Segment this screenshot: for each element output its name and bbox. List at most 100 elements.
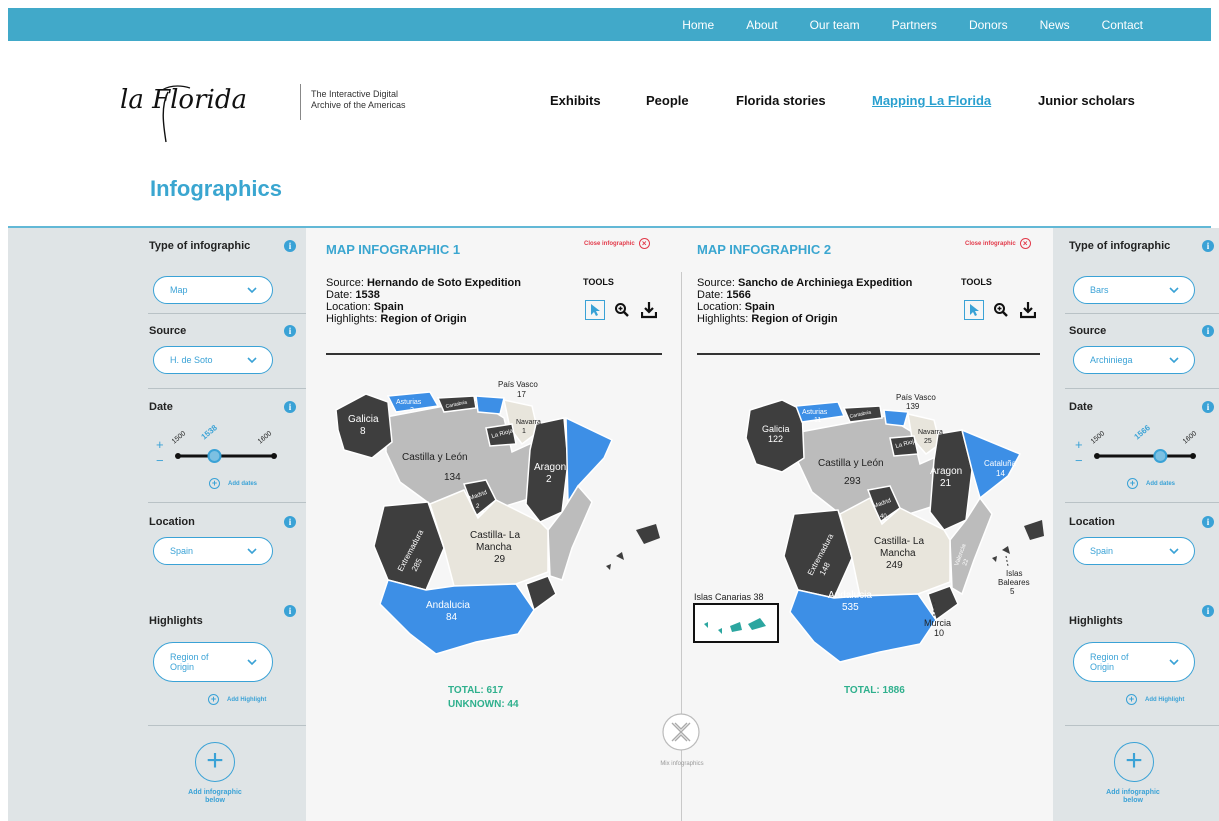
topnav-donors[interactable]: Donors [969,18,1008,32]
spain-map-1[interactable]: Galicia 8 Asturias 2 Cantabria País Vasc… [326,372,666,667]
close-infographic-1-button[interactable]: Close infographic × [584,238,650,249]
svg-text:Baleares: Baleares [998,578,1030,587]
highlights-label: Highlights [1069,615,1123,627]
info-icon[interactable]: i [1202,516,1214,528]
zoom-minus-icon[interactable]: − [1075,453,1083,468]
region-cataluna[interactable] [565,416,613,505]
add-dates-button[interactable]: + Add dates [1127,478,1175,489]
svg-text:8: 8 [360,426,366,437]
zoom-plus-icon[interactable]: + [1075,437,1083,452]
type-select[interactable]: Bars [1073,276,1195,304]
nav-mapping-la-florida[interactable]: Mapping La Florida [872,93,991,108]
svg-text:País Vasco: País Vasco [896,393,936,402]
zoom-plus-icon[interactable]: + [156,437,164,452]
date-max: 1600 [257,430,274,445]
region-baleares[interactable] [636,524,660,544]
date-slider[interactable]: + − 1500 1566 1600 [1067,408,1207,468]
nav-exhibits[interactable]: Exhibits [550,93,601,108]
location-select[interactable]: Spain [1073,537,1195,565]
tools-label: TOOLS [583,277,614,287]
chevron-down-icon [247,357,257,364]
info-icon[interactable]: i [284,516,296,528]
add-infographic-button[interactable]: + [1114,742,1154,782]
right-controls-panel: Type of infographic i Bars Source i Arch… [1053,228,1219,821]
download-tool[interactable] [1018,300,1038,320]
info-icon[interactable]: i [284,240,296,252]
svg-text:Andalucia: Andalucia [828,590,872,601]
info-icon[interactable]: i [1202,605,1214,617]
date-slider-handle[interactable] [207,449,222,463]
add-highlight-button[interactable]: + Add Highlight [208,694,266,705]
date-min: 1500 [1090,430,1107,445]
add-infographic-button[interactable]: + [195,742,235,782]
close-infographic-2-button[interactable]: Close infographic × [965,238,1031,249]
svg-text:Islas Canarias 38: Islas Canarias 38 [694,592,764,602]
topnav-contact[interactable]: Contact [1102,18,1143,32]
top-navbar: Home About Our team Partners Donors News… [8,8,1211,41]
info-icon[interactable]: i [284,325,296,337]
date-max: 1600 [1182,430,1199,445]
highlights-select[interactable]: Region of Origin [1073,642,1195,682]
date-value: 1538 [200,423,220,442]
info-icon[interactable]: i [1202,325,1214,337]
svg-text:Castilla- La: Castilla- La [874,536,924,547]
add-infographic-label[interactable]: Add infographic below [1086,789,1180,805]
svg-text:122: 122 [768,434,783,444]
topnav-partners[interactable]: Partners [892,18,937,32]
svg-text:535: 535 [842,602,859,613]
type-label: Type of infographic [149,240,251,252]
chevron-down-icon [247,287,257,294]
source-select[interactable]: Archiniega [1073,346,1195,374]
download-tool[interactable] [639,300,659,320]
svg-text:Castilla- La: Castilla- La [470,530,520,541]
region-baleares[interactable] [1024,520,1044,540]
date-slider[interactable]: + − 1500 1538 1600 [148,408,288,468]
svg-text:139: 139 [906,402,920,411]
region-pais-vasco[interactable] [475,395,505,415]
site-logo[interactable]: la Florida [120,78,280,148]
add-dates-button[interactable]: + Add dates [209,478,257,489]
svg-text:14: 14 [996,469,1005,478]
tools-bar [585,300,666,320]
nav-people[interactable]: People [646,93,689,108]
svg-text:Mancha: Mancha [880,548,916,559]
date-slider-handle[interactable] [1153,449,1168,463]
region-pais-vasco[interactable] [883,409,909,427]
add-icon: + [208,694,219,705]
left-controls-panel: Type of infographic i Map Source i H. de… [8,228,306,821]
topnav-about[interactable]: About [746,18,777,32]
info-icon[interactable]: i [1202,240,1214,252]
location-select[interactable]: Spain [153,537,273,565]
info-icon[interactable]: i [284,605,296,617]
zoom-minus-icon[interactable]: − [156,453,164,468]
chevron-down-icon [247,548,257,555]
mix-infographics-button[interactable] [661,712,701,752]
add-highlight-button[interactable]: + Add Highlight [1126,694,1184,705]
spain-map-2[interactable]: Islas Canarias 38 Galicia 122 Asturias 1… [690,380,1052,680]
topnav-our-team[interactable]: Our team [810,18,860,32]
chevron-down-icon [247,659,257,666]
svg-text:5: 5 [1010,587,1015,596]
nav-junior-scholars[interactable]: Junior scholars [1038,93,1135,108]
type-select[interactable]: Map [153,276,273,304]
add-icon: + [1127,478,1138,489]
add-infographic-label[interactable]: Add infographic below [168,789,262,805]
zoom-tool[interactable] [991,300,1011,320]
zoom-in-icon [615,303,629,317]
source-select[interactable]: H. de Soto [153,346,273,374]
svg-text:Cataluña: Cataluña [984,459,1017,468]
svg-text:Islas: Islas [1006,569,1022,578]
topnav-home[interactable]: Home [682,18,714,32]
svg-text:Mancha: Mancha [476,542,512,553]
zoom-tool[interactable] [612,300,632,320]
select-pointer-tool[interactable] [964,300,984,320]
svg-text:Galicia: Galicia [762,424,790,434]
highlights-select[interactable]: Region of Origin [153,642,273,682]
mix-infographics-label: Mix infographics [660,761,704,767]
nav-florida-stories[interactable]: Florida stories [736,93,826,108]
highlights-label: Highlights [149,615,203,627]
infographic-2-totals: TOTAL: 1886 [844,685,905,696]
topnav-news[interactable]: News [1040,18,1070,32]
select-pointer-tool[interactable] [585,300,605,320]
download-icon [1020,302,1036,319]
